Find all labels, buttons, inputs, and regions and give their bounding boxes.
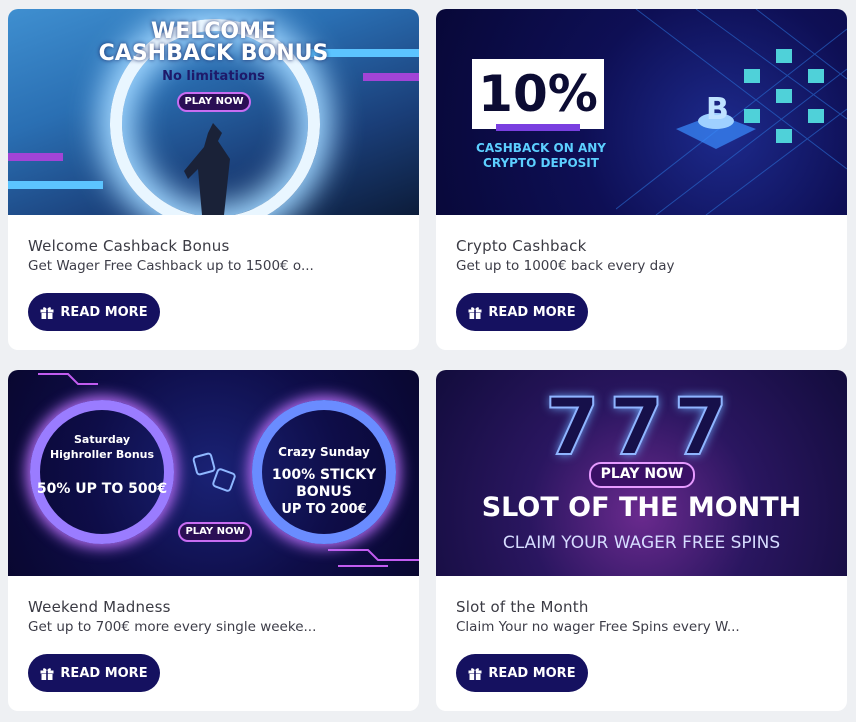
promo-card-welcome-cashback: WELCOME CASHBACK BONUS No limitations PL… [8, 9, 419, 350]
saturday-ring [30, 400, 174, 544]
promo-card-slot-of-the-month: 777 PLAY NOW SLOT OF THE MONTH CLAIM YOU… [436, 370, 847, 711]
read-more-button[interactable]: READ MORE [456, 654, 588, 692]
cashback-percent: 10% [478, 65, 598, 123]
play-now-badge[interactable]: PLAY NOW [589, 462, 695, 488]
banner-heading: SLOT OF THE MONTH [481, 492, 802, 523]
card-title: Welcome Cashback Bonus [28, 237, 230, 255]
saturday-title: Saturday Highroller Bonus [49, 433, 155, 461]
promo-card-weekend-madness: Saturday Highroller Bonus 50% UP TO 500€… [8, 370, 419, 711]
promo-banner-slot-of-the-month[interactable]: 777 PLAY NOW SLOT OF THE MONTH CLAIM YOU… [436, 370, 847, 576]
read-more-label: READ MORE [60, 304, 148, 320]
sunday-title: Crazy Sunday [278, 445, 370, 459]
card-title: Weekend Madness [28, 598, 171, 616]
neon-sevens: 777 [544, 383, 738, 473]
promotions-grid: WELCOME CASHBACK BONUS No limitations PL… [0, 0, 856, 722]
card-description: Get up to 700€ more every single weeke..… [28, 619, 317, 635]
banner-heading: WELCOME CASHBACK BONUS [98, 19, 329, 66]
card-description: Claim Your no wager Free Spins every W..… [456, 619, 740, 635]
hero-silhouette [184, 123, 230, 215]
sunday-offer: 100% STICKY BONUS [271, 467, 377, 500]
read-more-label: READ MORE [488, 304, 576, 320]
read-more-button[interactable]: READ MORE [28, 654, 160, 692]
play-now-badge[interactable]: PLAY NOW [177, 92, 251, 112]
banner-subheading: CLAIM YOUR WAGER FREE SPINS [502, 533, 781, 553]
decor-bar [8, 153, 63, 161]
card-description: Get up to 1000€ back every day [456, 258, 675, 274]
card-title: Crypto Cashback [456, 237, 587, 255]
read-more-button[interactable]: READ MORE [28, 293, 160, 331]
sunday-limit: UP TO 200€ [281, 502, 367, 517]
percent-underline [496, 124, 580, 131]
banner-subheading: CASHBACK ON ANY CRYPTO DEPOSIT [476, 141, 606, 170]
read-more-label: READ MORE [488, 665, 576, 681]
decor-bar [8, 181, 103, 189]
promo-banner-crypto-cashback[interactable]: B 10% CASHBACK ON ANY CRYPTO DEPOSIT [436, 9, 847, 215]
gift-icon [468, 667, 482, 680]
network-grid: B [616, 9, 847, 215]
read-more-button[interactable]: READ MORE [456, 293, 588, 331]
gift-icon [468, 306, 482, 319]
promo-card-crypto-cashback: B 10% CASHBACK ON ANY CRYPTO DEPOSIT Cry… [436, 9, 847, 350]
read-more-label: READ MORE [60, 665, 148, 681]
banner-subheading: No limitations [162, 69, 265, 84]
svg-text:B: B [706, 92, 729, 127]
promo-banner-weekend-madness[interactable]: Saturday Highroller Bonus 50% UP TO 500€… [8, 370, 419, 576]
saturday-offer: 50% UP TO 500€ [36, 481, 168, 497]
card-description: Get Wager Free Cashback up to 1500€ o... [28, 258, 314, 274]
play-now-badge[interactable]: PLAY NOW [178, 522, 252, 542]
promo-banner-welcome-cashback[interactable]: WELCOME CASHBACK BONUS No limitations PL… [8, 9, 419, 215]
gift-icon [40, 667, 54, 680]
card-title: Slot of the Month [456, 598, 589, 616]
gift-icon [40, 306, 54, 319]
